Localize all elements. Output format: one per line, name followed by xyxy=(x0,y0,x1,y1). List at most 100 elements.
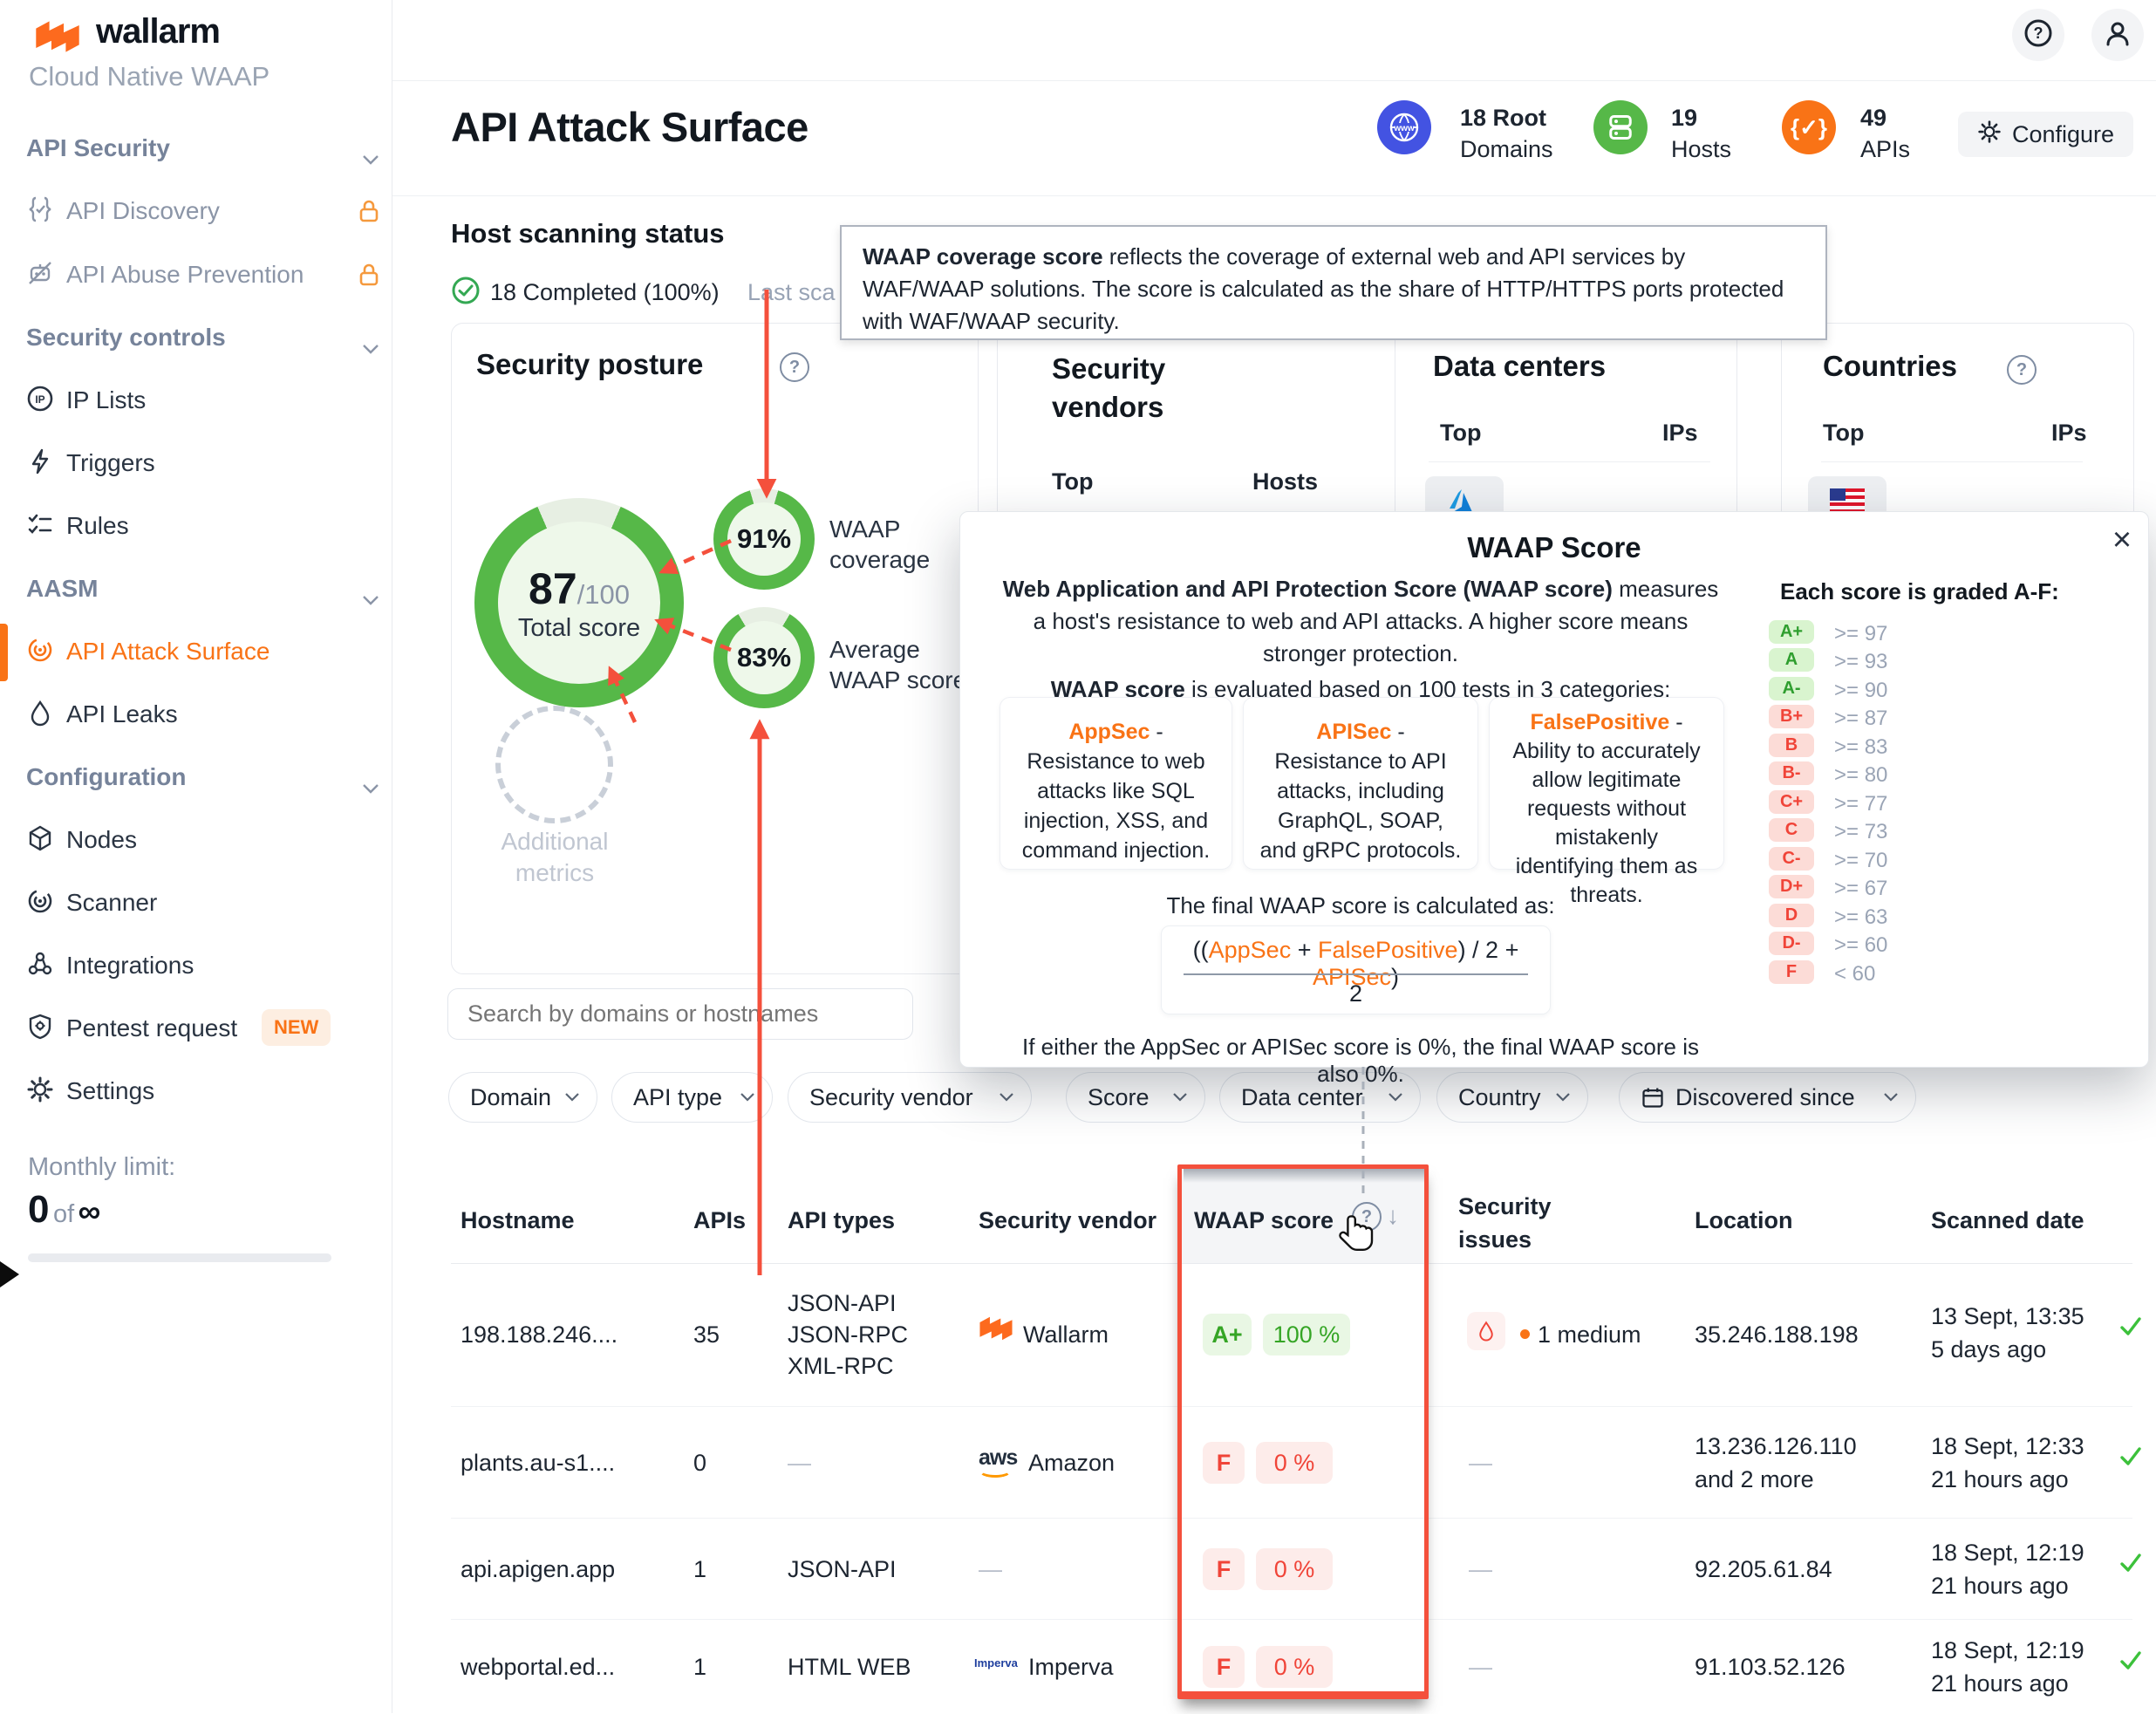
sidebar-item-api-attack-surface[interactable]: API Attack Surface xyxy=(0,636,392,671)
modal-title: WAAP Score xyxy=(960,531,2148,564)
stat-apis-value: 49 xyxy=(1860,105,1886,132)
col-security-vendor: Security vendor xyxy=(979,1207,1156,1234)
sidebar-item-api-leaks[interactable]: API Leaks xyxy=(0,699,392,734)
grade-chip: D+ xyxy=(1769,875,1814,898)
formula-denominator: 2 xyxy=(1162,980,1550,1007)
hostname-cell: api.apigen.app xyxy=(461,1556,615,1583)
waap-coverage-donut: 91% xyxy=(713,488,815,590)
page-title: API Attack Surface xyxy=(451,103,808,151)
location-cell: 91.103.52.126 xyxy=(1695,1654,1846,1681)
chevron-down-icon xyxy=(363,584,379,611)
imperva-vendor-icon: Imperva xyxy=(974,1656,1018,1670)
sidebar-item-triggers[interactable]: Triggers xyxy=(0,447,392,482)
posture-help-icon[interactable] xyxy=(780,352,809,382)
sidebar-item-api-abuse-prevention[interactable]: API Abuse Prevention xyxy=(0,259,392,294)
lock-icon xyxy=(356,197,382,231)
issues-cell: — xyxy=(1469,1556,1492,1583)
countries-title: Countries xyxy=(1823,350,1957,383)
grade-chip: F xyxy=(1769,960,1814,984)
sidebar-section-aasm[interactable]: AASM xyxy=(0,573,392,608)
countries-col-top: Top xyxy=(1823,420,1864,447)
grades-heading: Each score is graded A-F: xyxy=(1780,578,2059,605)
countries-help-icon[interactable] xyxy=(2007,355,2037,385)
svg-text:www: www xyxy=(1393,124,1415,133)
apis-cell: 0 xyxy=(693,1450,706,1477)
scanned-date-cell: 18 Sept, 12:19 xyxy=(1931,1637,2084,1664)
filter-security-vendor[interactable]: Security vendor xyxy=(788,1072,1032,1123)
table-header: Hostname APIs API types Security vendor … xyxy=(451,1178,2132,1264)
grade-chip: C xyxy=(1769,818,1814,842)
header-divider xyxy=(392,195,2156,196)
coverage-label: WAAPcoverage xyxy=(829,514,930,575)
vendors-col-top: Top xyxy=(1052,468,1093,495)
sidebar-section-security-controls[interactable]: Security controls xyxy=(0,322,392,357)
user-menu-button[interactable] xyxy=(2091,9,2144,61)
avg-label: AverageWAAP score xyxy=(829,634,966,695)
col-api-types: API types xyxy=(788,1207,895,1234)
monthly-limit-label: Monthly limit: xyxy=(28,1153,175,1182)
grade-badge: F xyxy=(1203,1548,1245,1590)
issue-droplet-icon xyxy=(1467,1312,1505,1350)
close-icon[interactable]: × xyxy=(2103,521,2141,559)
chevron-down-icon xyxy=(363,143,379,171)
filter-api-type[interactable]: API type xyxy=(611,1072,773,1123)
search-input[interactable] xyxy=(447,988,913,1040)
grade-chip: B xyxy=(1769,734,1814,757)
sidebar-item-settings[interactable]: Settings xyxy=(0,1076,392,1110)
sidebar-item-api-discovery[interactable]: API Discovery xyxy=(0,195,392,230)
hosts-icon xyxy=(1593,100,1648,154)
topbar-divider xyxy=(392,80,2156,81)
gear-icon xyxy=(26,1076,54,1110)
grade-chip: C- xyxy=(1769,847,1814,871)
table-row[interactable]: api.apigen.app 1 JSON-API — F 0 % — 92.2… xyxy=(451,1518,2132,1620)
chevron-down-icon xyxy=(363,332,379,360)
col-waap-score[interactable]: WAAP score xyxy=(1194,1207,1334,1234)
sidebar-item-ip-lists[interactable]: IP IP Lists xyxy=(0,385,392,420)
sidebar-section-api-security[interactable]: API Security xyxy=(0,133,392,167)
help-icon: ? xyxy=(2023,18,2053,52)
additional-metrics-label: Additionalmetrics xyxy=(459,826,651,889)
brand-subtitle: Cloud Native WAAP xyxy=(29,61,270,92)
sidebar-item-scanner[interactable]: Scanner xyxy=(0,887,392,922)
additional-metrics-circle[interactable] xyxy=(495,706,613,823)
ip-circle-icon: IP xyxy=(26,385,54,419)
medium-severity-dot xyxy=(1520,1329,1530,1339)
sidebar-item-pentest-request[interactable]: Pentest request NEW xyxy=(0,1013,392,1048)
scan-completed-text: 18 Completed (100%) xyxy=(490,279,720,306)
grade-chip: C+ xyxy=(1769,790,1814,814)
table-row[interactable]: 198.188.246.... 35 JSON-API JSON-RPC XML… xyxy=(451,1263,2132,1406)
shield-icon xyxy=(26,1013,54,1047)
appsec-category-card: AppSec - Resistance to web attacks like … xyxy=(1000,697,1232,870)
filter-domain[interactable]: Domain xyxy=(448,1072,597,1123)
sidebar-section-configuration[interactable]: Configuration xyxy=(0,761,392,796)
sidebar-item-nodes[interactable]: Nodes xyxy=(0,824,392,859)
sidebar-item-rules[interactable]: Rules xyxy=(0,510,392,545)
help-button[interactable]: ? xyxy=(2012,9,2064,61)
bot-blocked-icon xyxy=(26,259,54,293)
hostname-cell: webportal.ed... xyxy=(461,1654,615,1681)
droplet-icon xyxy=(26,699,54,733)
stat-hosts-label: Hosts xyxy=(1671,136,1731,163)
configure-button[interactable]: Configure xyxy=(1958,112,2133,157)
vendors-col-hosts: Hosts xyxy=(1252,468,1318,495)
total-score-label: Total score xyxy=(518,614,640,643)
sort-desc-icon[interactable] xyxy=(1387,1202,1399,1230)
sidebar-item-integrations[interactable]: Integrations xyxy=(0,950,392,985)
total-score-value: 87 xyxy=(529,563,577,614)
table-row[interactable]: webportal.ed... 1 HTML WEB Imperva Imper… xyxy=(451,1619,2132,1714)
issues-cell: — xyxy=(1469,1654,1492,1681)
avg-waap-score-donut: 83% xyxy=(713,607,815,708)
vendor-cell: — xyxy=(979,1556,1002,1583)
calendar-icon xyxy=(1641,1085,1665,1110)
scanned-date-cell: 13 Sept, 13:35 xyxy=(1931,1303,2084,1330)
hexagon-node-icon xyxy=(26,824,54,858)
apis-cell: 1 xyxy=(693,1556,706,1583)
braces-check-icon xyxy=(26,195,54,229)
formula-box: ((AppSec + FalsePositive) / 2 + APISec) … xyxy=(1161,925,1551,1014)
cursor-artifact xyxy=(0,1261,19,1287)
waap-score-help-icon[interactable] xyxy=(1352,1202,1382,1232)
gear-icon xyxy=(1977,120,2002,150)
table-row[interactable]: plants.au-s1.... 0 — aws Amazon F 0 % — … xyxy=(451,1406,2132,1519)
user-icon xyxy=(2103,18,2132,52)
col-scanned-date: Scanned date xyxy=(1931,1207,2084,1234)
